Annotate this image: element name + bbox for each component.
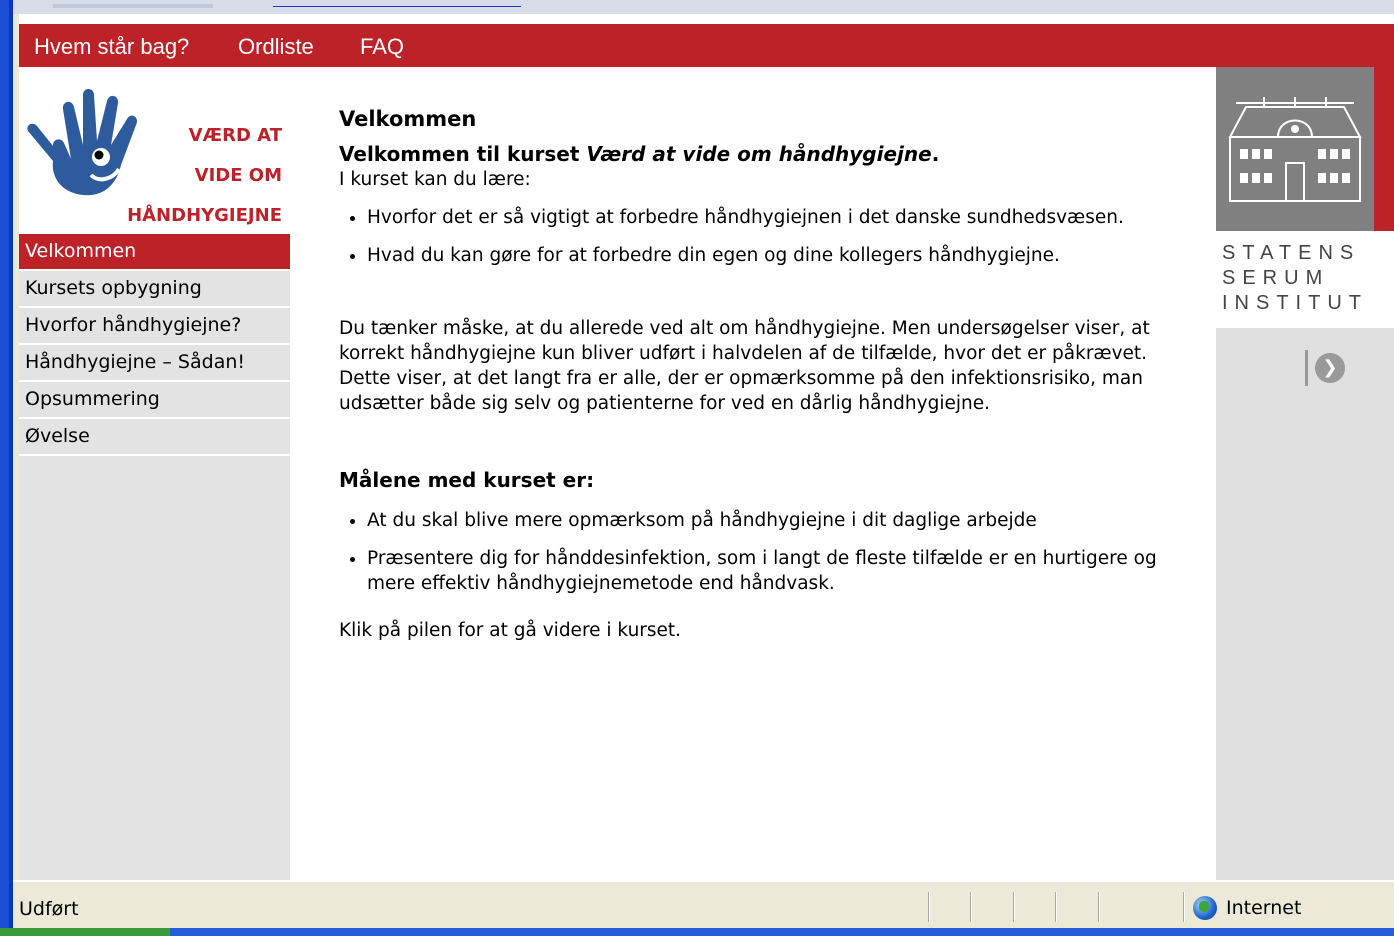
- taskbar: [0, 928, 1394, 936]
- intro-suffix: .: [931, 142, 940, 166]
- cut-off-text: [53, 4, 213, 8]
- hand-icon: [27, 89, 138, 196]
- intro-heading: Velkommen til kurset Værd at vide om hån…: [339, 142, 939, 167]
- goals-heading: Målene med kurset er:: [339, 468, 595, 492]
- status-divider: [1013, 892, 1015, 922]
- status-text: Udført: [19, 898, 79, 920]
- zone-label: Internet: [1226, 897, 1302, 919]
- sidebar-item-velkommen[interactable]: Velkommen: [19, 234, 290, 271]
- logo-line-3: HÅNDHYGIEJNE: [127, 205, 282, 226]
- intro-prefix: Velkommen til kurset: [339, 142, 587, 166]
- goals-list: At du skal blive mere opmærksom på håndh…: [339, 508, 1187, 609]
- ssi-logo: [1216, 67, 1374, 231]
- status-divider: [1183, 892, 1185, 922]
- top-navbar: Hvem står bag? Ordliste FAQ: [19, 24, 1394, 67]
- sidebar-item-opsummering[interactable]: Opsummering: [19, 382, 290, 419]
- learn-item-1: Hvorfor det er så vigtigt at forbedre hå…: [367, 205, 1187, 230]
- globe-icon: [1193, 896, 1217, 920]
- ssi-line-1: STATENS: [1222, 242, 1361, 264]
- main-content: Velkommen Velkommen til kurset Værd at v…: [290, 67, 1216, 880]
- status-divider: [928, 892, 930, 922]
- closing-text: Klik på pilen for at gå videre i kurset.: [339, 620, 682, 641]
- sidebar-item-oevelse[interactable]: Øvelse: [19, 419, 290, 456]
- nav-glossary[interactable]: Ordliste: [238, 34, 314, 60]
- status-divider: [1055, 892, 1057, 922]
- status-divider: [970, 892, 972, 922]
- page-title: Velkommen: [339, 107, 477, 131]
- learn-list: Hvorfor det er så vigtigt at forbedre hå…: [339, 205, 1187, 281]
- next-button[interactable]: ❯: [1305, 348, 1353, 388]
- status-bar: Udført Internet: [13, 880, 1394, 928]
- course-logo: VÆRD AT VIDE OM HÅNDHYGIEJNE: [19, 67, 290, 234]
- intro-course-name: Værd at vide om håndhygiejne: [586, 142, 932, 166]
- window-top-strip: [13, 0, 1394, 14]
- start-button[interactable]: [0, 928, 170, 936]
- sidebar: VÆRD AT VIDE OM HÅNDHYGIEJNE Velkommen K…: [19, 67, 290, 880]
- cut-off-link[interactable]: [273, 6, 521, 7]
- sidebar-menu: Velkommen Kursets opbygning Hvorfor hånd…: [19, 234, 290, 456]
- nav-who[interactable]: Hvem står bag?: [34, 34, 189, 60]
- status-divider: [1098, 892, 1100, 922]
- next-separator: [1305, 350, 1308, 386]
- goal-item-1: At du skal blive mere opmærksom på håndh…: [367, 508, 1187, 533]
- arrow-right-circle-icon[interactable]: ❯: [1315, 353, 1345, 383]
- ssi-logo-edge: [1374, 67, 1394, 231]
- learn-item-2: Hvad du kan gøre for at forbedre din ege…: [367, 243, 1187, 268]
- navbar-top-gap: [19, 14, 1394, 24]
- goal-item-2: Præsentere dig for hånddesinfektion, som…: [367, 546, 1187, 596]
- ssi-line-2: SERUM: [1222, 267, 1330, 289]
- nav-faq[interactable]: FAQ: [360, 34, 404, 60]
- learn-intro: I kurset kan du lære:: [339, 169, 531, 190]
- logo-line-1: VÆRD AT: [188, 125, 282, 146]
- sidebar-item-kursets-opbygning[interactable]: Kursets opbygning: [19, 271, 290, 308]
- body-paragraph: Du tænker måske, at du allerede ved alt …: [339, 318, 1150, 414]
- logo-line-2: VIDE OM: [194, 165, 282, 186]
- sidebar-item-haandhygiejne-saadan[interactable]: Håndhygiejne – Sådan!: [19, 345, 290, 382]
- building-icon: [1228, 97, 1362, 202]
- sidebar-item-hvorfor-haandhygiejne[interactable]: Hvorfor håndhygiejne?: [19, 308, 290, 345]
- ssi-line-3: INSTITUT: [1222, 292, 1368, 314]
